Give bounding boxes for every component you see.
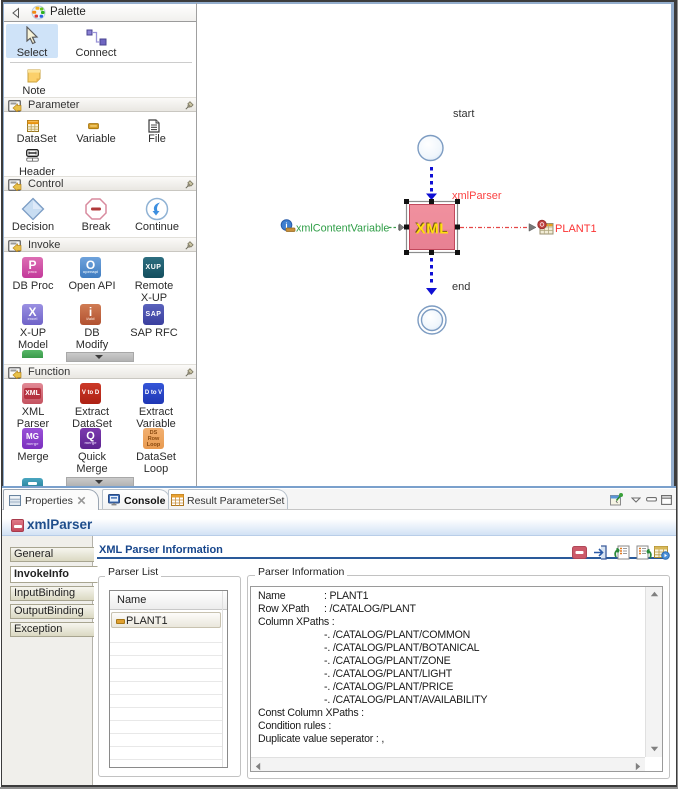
svg-text:end: end: [452, 281, 470, 293]
svg-text:XML: XML: [416, 220, 449, 237]
svg-text:start: start: [453, 108, 474, 120]
svg-text:PLANT1: PLANT1: [555, 223, 597, 235]
svg-text:xmlContentVariable: xmlContentVariable: [296, 223, 389, 235]
